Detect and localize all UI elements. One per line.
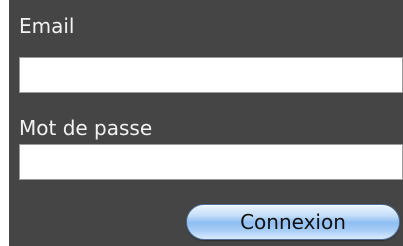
password-field[interactable] (19, 144, 403, 180)
login-panel: Email Mot de passe Connexion (9, 0, 403, 246)
email-field[interactable] (19, 57, 403, 93)
email-label: Email (19, 14, 75, 38)
login-button[interactable]: Connexion (186, 204, 400, 240)
password-label: Mot de passe (19, 116, 153, 140)
